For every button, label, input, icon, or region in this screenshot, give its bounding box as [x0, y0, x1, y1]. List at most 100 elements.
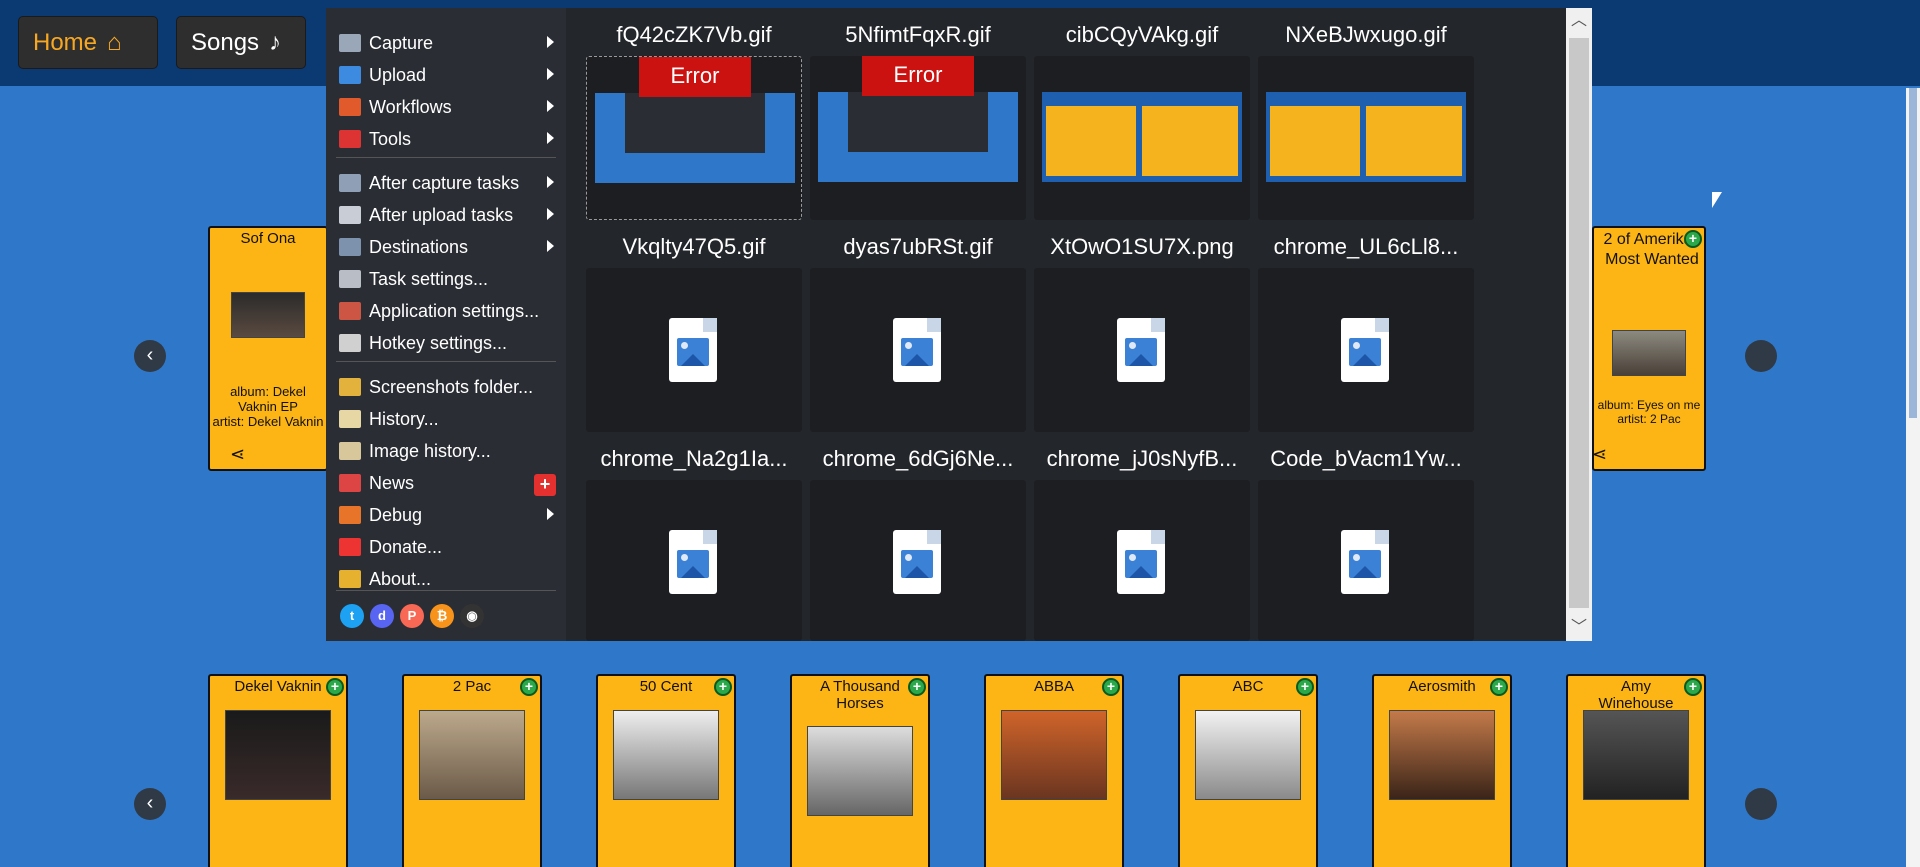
scroll-down-button[interactable]: ﹀ [1566, 615, 1592, 641]
error-badge: Error [639, 57, 751, 97]
menu-item-donate[interactable]: Donate... [326, 532, 566, 562]
file-tile[interactable] [810, 480, 1026, 641]
add-icon[interactable]: + [1684, 678, 1702, 696]
file-tile[interactable] [1034, 480, 1250, 641]
menu-item-upload[interactable]: Upload [326, 60, 566, 90]
song-album: album: Dekel Vaknin EP [230, 384, 306, 414]
add-icon[interactable]: + [1296, 678, 1314, 696]
image-history-icon [339, 442, 361, 460]
page-scroll-thumb[interactable] [1909, 88, 1917, 418]
add-icon[interactable]: + [1102, 678, 1120, 696]
submenu-arrow-icon [547, 240, 554, 252]
artist-card[interactable]: + Aerosmith [1372, 674, 1512, 867]
menu-item-destinations[interactable]: Destinations [326, 232, 566, 262]
add-icon[interactable]: + [520, 678, 538, 696]
home-button[interactable]: Home ⌂ [18, 16, 158, 69]
menu-item-debug[interactable]: Debug [326, 500, 566, 530]
menu-item-application-settings[interactable]: Application settings... [326, 296, 566, 326]
popup-scroll-thumb[interactable] [1569, 38, 1589, 608]
artist-card[interactable]: + A Thousand Horses [790, 674, 930, 867]
song-card[interactable]: Sof Ona album: Dekel Vaknin EP artist: D… [208, 226, 328, 471]
menu-item-label: Workflows [369, 96, 452, 117]
image-file-icon [1341, 530, 1389, 594]
file-tile[interactable] [1258, 480, 1474, 641]
menu-item-history[interactable]: History... [326, 404, 566, 434]
artist-card[interactable]: + Amy Winehouse [1566, 674, 1706, 867]
file-name: fQ42cZK7Vb.gif [616, 22, 772, 47]
github-icon[interactable]: ◉ [460, 604, 484, 628]
submenu-arrow-icon [547, 36, 554, 48]
songs-button[interactable]: Songs ♪ [176, 16, 306, 69]
file-tile[interactable] [586, 480, 802, 641]
menu-item-image-history[interactable]: Image history... [326, 436, 566, 466]
file-tile[interactable] [810, 268, 1026, 432]
menu-item-news[interactable]: News + [326, 468, 566, 498]
menu-item-workflows[interactable]: Workflows [326, 92, 566, 122]
file-tile[interactable] [1034, 268, 1250, 432]
discord-icon[interactable]: d [370, 604, 394, 628]
menu-item-label: Upload [369, 64, 427, 85]
scroll-up-button[interactable]: ︿ [1566, 8, 1592, 34]
submenu-arrow-icon [547, 176, 554, 188]
share-icon[interactable]: ⋖ [230, 444, 245, 465]
artists-prev-button[interactable]: ‹ [134, 788, 166, 820]
menu-item-after-capture-tasks[interactable]: After capture tasks [326, 168, 566, 198]
popup-scrollbar[interactable]: ︿ ﹀ [1566, 8, 1592, 641]
file-name: Vkqlty47Q5.gif [622, 234, 766, 259]
menu-item-hotkey-settings[interactable]: Hotkey settings... [326, 328, 566, 358]
file-tile[interactable] [1258, 268, 1474, 432]
news-badge: + [534, 474, 556, 496]
crown-icon [339, 570, 361, 588]
add-icon[interactable]: + [326, 678, 344, 696]
carousel-prev-button[interactable]: ‹ [134, 340, 166, 372]
submenu-arrow-icon [547, 68, 554, 80]
submenu-arrow-icon [547, 132, 554, 144]
menu-item-label: Tools [369, 128, 412, 149]
menu-item-label: Donate... [369, 536, 443, 557]
file-tile[interactable]: Error [810, 56, 1026, 220]
file-tile[interactable] [586, 268, 802, 432]
patreon-icon[interactable]: P [400, 604, 424, 628]
song-card[interactable]: + 2 of Amerikaz Most Wanted album: Eyes … [1592, 226, 1706, 471]
song-artist: artist: Dekel Vaknin [212, 414, 324, 429]
file-name: Code_bVacm1Yw... [1270, 446, 1462, 471]
file-name: dyas7ubRSt.gif [843, 234, 993, 259]
add-icon[interactable]: + [714, 678, 732, 696]
add-icon[interactable]: + [1684, 230, 1702, 248]
file-name: chrome_6dGj6Ne... [822, 446, 1014, 471]
menu-item-task-settings[interactable]: Task settings... [326, 264, 566, 294]
after-capture-icon [339, 174, 361, 192]
menu-item-tools[interactable]: Tools [326, 124, 566, 154]
share-icon[interactable]: ⋖ [1594, 444, 1607, 465]
menu-item-label: After capture tasks [369, 172, 520, 193]
add-icon[interactable]: + [908, 678, 926, 696]
image-file-icon [893, 318, 941, 382]
file-name: XtOwO1SU7X.png [1050, 234, 1234, 259]
menu-item-label: Capture [369, 32, 434, 53]
artist-card[interactable]: + ABC [1178, 674, 1318, 867]
page-scrollbar[interactable] [1906, 88, 1920, 867]
add-icon[interactable]: + [1490, 678, 1508, 696]
file-tile[interactable] [1258, 56, 1474, 220]
bitcoin-icon[interactable]: ₿ [430, 604, 454, 628]
file-name: cibCQyVAkg.gif [1065, 22, 1219, 47]
file-tile[interactable] [1034, 56, 1250, 220]
menu-item-after-upload-tasks[interactable]: After upload tasks [326, 200, 566, 230]
file-tile[interactable]: Error [586, 56, 802, 220]
artists-next-button[interactable] [1745, 788, 1777, 820]
menu-item-screenshots-folder[interactable]: Screenshots folder... [326, 372, 566, 402]
carousel-next-button[interactable] [1745, 340, 1777, 372]
song-album: album: Eyes on me [1597, 398, 1701, 412]
menu-item-label: Image history... [369, 440, 491, 461]
twitter-icon[interactable]: t [340, 604, 364, 628]
artist-card[interactable]: + Dekel Vaknin [208, 674, 348, 867]
artist-card[interactable]: +50 Cent [596, 674, 736, 867]
artist-card[interactable]: +2 Pac [402, 674, 542, 867]
artist-card[interactable]: + ABBA [984, 674, 1124, 867]
artist-photo [1389, 710, 1495, 800]
artist-photo [1001, 710, 1107, 800]
file-thumbnail [1042, 92, 1242, 182]
image-file-icon [1117, 530, 1165, 594]
upload-icon [339, 66, 361, 84]
menu-item-capture[interactable]: Capture [326, 28, 566, 58]
